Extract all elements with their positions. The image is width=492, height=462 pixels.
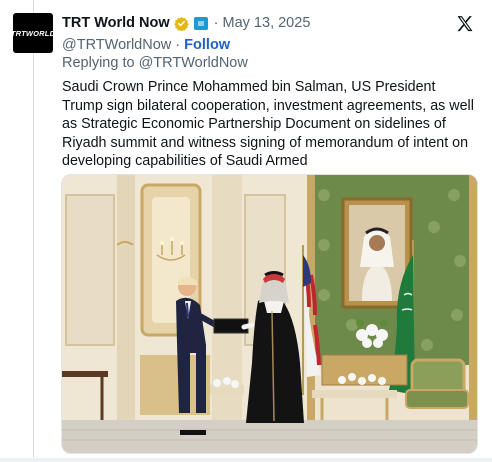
ceremony-photo bbox=[62, 175, 477, 453]
follow-button[interactable]: Follow bbox=[184, 37, 230, 53]
author-handle[interactable]: @TRTWorldNow bbox=[62, 37, 171, 53]
author-name[interactable]: TRT World Now bbox=[62, 14, 170, 32]
country-flag-icon bbox=[193, 16, 208, 30]
verified-badge-icon bbox=[173, 16, 189, 31]
tweet-text: Saudi Crown Prince Mohammed bin Salman, … bbox=[62, 79, 474, 169]
avatar-logo-text: TRTWORLD bbox=[10, 28, 56, 38]
tweet-header: TRT World Now · May 13, 2025 bbox=[62, 14, 310, 32]
replying-to: Replying to @TRTWorldNow bbox=[62, 55, 248, 71]
bottom-divider bbox=[0, 458, 492, 462]
follow-separator: · bbox=[175, 37, 181, 53]
handle-line: @TRTWorldNow · Follow bbox=[62, 36, 230, 54]
tweet-date[interactable]: May 13, 2025 bbox=[223, 14, 311, 32]
tweet-photo[interactable] bbox=[61, 174, 478, 454]
avatar[interactable]: TRTWORLD bbox=[10, 13, 56, 53]
x-logo-icon[interactable] bbox=[455, 14, 475, 34]
header-separator: · bbox=[213, 15, 219, 31]
